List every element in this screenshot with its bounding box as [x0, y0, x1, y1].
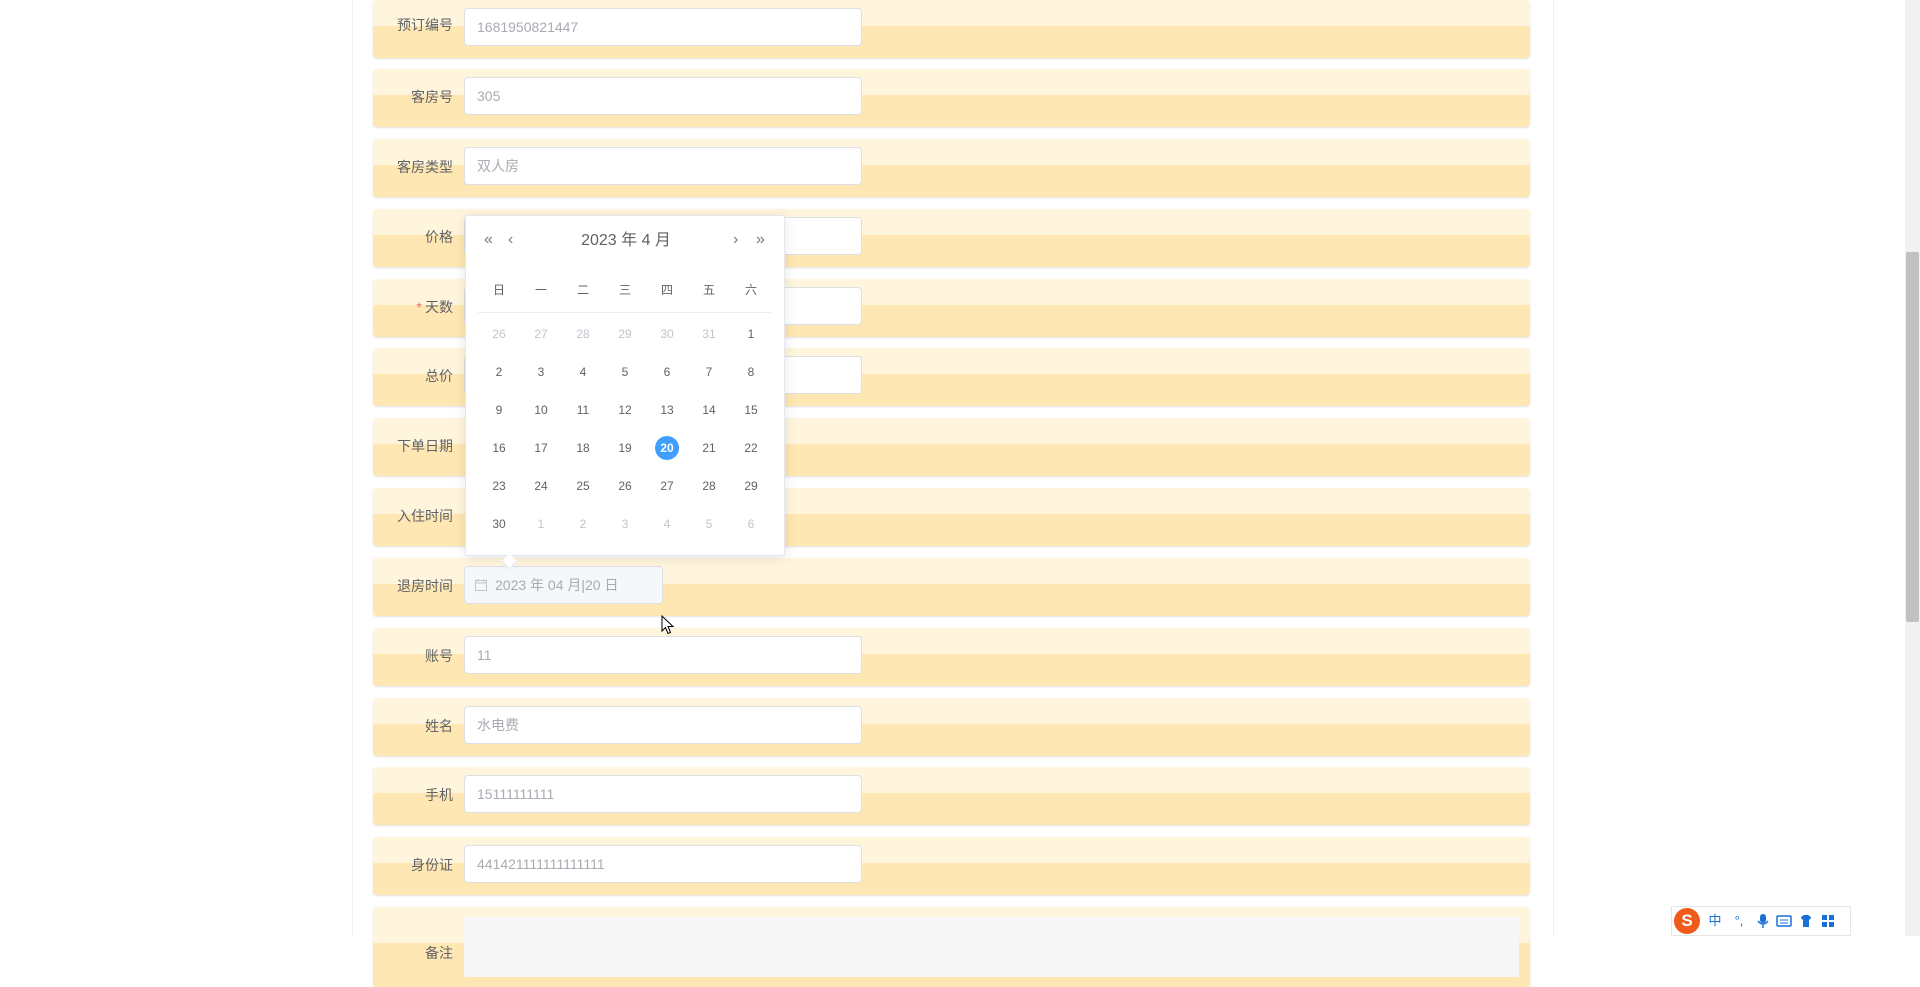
- account-input[interactable]: 11: [464, 636, 862, 674]
- weekday-header: 日一二三四五六: [478, 282, 771, 313]
- calendar-day[interactable]: 5: [613, 360, 637, 384]
- mouse-cursor-icon: [661, 615, 675, 635]
- calendar-day[interactable]: 21: [697, 436, 721, 460]
- name-label: 姓名: [425, 718, 453, 734]
- form-row-room-type: 客房类型 双人房: [373, 139, 1530, 197]
- keyboard-icon[interactable]: [1776, 911, 1792, 931]
- room-type-label: 客房类型: [397, 159, 453, 175]
- remark-textarea[interactable]: [464, 917, 1519, 977]
- room-no-label: 客房号: [411, 89, 453, 105]
- weekday-label: 二: [576, 283, 589, 297]
- calendar-day[interactable]: 28: [697, 474, 721, 498]
- calendar-day[interactable]: 7: [697, 360, 721, 384]
- calendar-day-other-month[interactable]: 26: [487, 322, 511, 346]
- calendar-day[interactable]: 15: [739, 398, 763, 422]
- calendar-day-other-month[interactable]: 6: [739, 512, 763, 536]
- calendar-day[interactable]: 11: [571, 398, 595, 422]
- room-no-input[interactable]: 305: [464, 77, 862, 115]
- calendar-day[interactable]: 2: [487, 360, 511, 384]
- form-row-booking-no: 预订编号 1681950821447: [373, 0, 1530, 58]
- weekday-label: 三: [618, 283, 631, 297]
- account-label: 账号: [425, 648, 453, 664]
- form-row-id-card: 身份证 441421111111111111: [373, 837, 1530, 895]
- calendar-day[interactable]: 23: [487, 474, 511, 498]
- days-label: * 天数: [373, 279, 453, 337]
- calendar-day[interactable]: 30: [487, 512, 511, 536]
- checkout-time-label: 退房时间: [397, 578, 453, 594]
- form-row-name: 姓名 水电费: [373, 698, 1530, 756]
- checkin-time-label: 入住时间: [397, 508, 453, 524]
- weekday-label: 日: [492, 283, 505, 297]
- ime-toolbar: S 中 °,: [1671, 906, 1851, 936]
- total-label: 总价: [425, 368, 453, 384]
- calendar-day[interactable]: 3: [529, 360, 553, 384]
- booking-no-label: 预订编号: [397, 17, 453, 33]
- calendar-day[interactable]: 27: [655, 474, 679, 498]
- calendar-day[interactable]: 26: [613, 474, 637, 498]
- form-row-account: 账号 11: [373, 628, 1530, 686]
- phone-input[interactable]: 15111111111: [464, 775, 862, 813]
- calendar-day[interactable]: 4: [571, 360, 595, 384]
- calendar-day[interactable]: 18: [571, 436, 595, 460]
- calendar-day[interactable]: 16: [487, 436, 511, 460]
- sogou-logo-icon[interactable]: S: [1674, 908, 1700, 934]
- scrollbar-thumb[interactable]: [1906, 252, 1919, 622]
- next-month-button[interactable]: ›: [733, 230, 738, 250]
- calendar-day[interactable]: 13: [655, 398, 679, 422]
- weekday-label: 四: [660, 283, 673, 297]
- calendar-day-other-month[interactable]: 3: [613, 512, 637, 536]
- toolbox-grid-icon[interactable]: [1820, 911, 1836, 931]
- ime-punctuation-toggle[interactable]: °,: [1728, 911, 1750, 931]
- calendar-day-other-month[interactable]: 2: [571, 512, 595, 536]
- calendar-day-other-month[interactable]: 4: [655, 512, 679, 536]
- calendar-day-other-month[interactable]: 5: [697, 512, 721, 536]
- days-label-text: 天数: [425, 299, 453, 315]
- calendar-day-other-month[interactable]: 30: [655, 322, 679, 346]
- calendar-day-other-month[interactable]: 27: [529, 322, 553, 346]
- calendar-day-other-month[interactable]: 29: [613, 322, 637, 346]
- calendar-day[interactable]: 12: [613, 398, 637, 422]
- name-input[interactable]: 水电费: [464, 706, 862, 744]
- calendar-day[interactable]: 14: [697, 398, 721, 422]
- checkout-date-input[interactable]: 2023 年 04 月|20 日: [464, 566, 663, 604]
- calendar-day[interactable]: 1: [739, 322, 763, 346]
- calendar-day[interactable]: 29: [739, 474, 763, 498]
- calendar-day[interactable]: 6: [655, 360, 679, 384]
- form-row-phone: 手机 15111111111: [373, 767, 1530, 825]
- calendar-day[interactable]: 25: [571, 474, 595, 498]
- id-card-input[interactable]: 441421111111111111: [464, 845, 862, 883]
- calendar-day-selected[interactable]: 20: [655, 436, 679, 460]
- calendar-day[interactable]: 9: [487, 398, 511, 422]
- calendar-day[interactable]: 24: [529, 474, 553, 498]
- phone-label: 手机: [425, 787, 453, 803]
- skin-shirt-icon[interactable]: [1798, 911, 1814, 931]
- weekday-label: 五: [702, 283, 715, 297]
- booking-no-input[interactable]: 1681950821447: [464, 8, 862, 46]
- calendar-day[interactable]: 22: [739, 436, 763, 460]
- form-row-room-no: 客房号 305: [373, 69, 1530, 127]
- microphone-icon[interactable]: [1756, 911, 1770, 931]
- form-row-checkout-time: 退房时间 2023 年 04 月|20 日: [373, 558, 1530, 616]
- calendar-day[interactable]: 17: [529, 436, 553, 460]
- date-picker-popup: « ‹ 2023 年 4 月 › » 日一二三四五六 26 27 28 29 30 31 1…: [465, 215, 785, 570]
- calendar-day[interactable]: 10: [529, 398, 553, 422]
- price-label: 价格: [425, 229, 453, 245]
- next-year-button[interactable]: »: [756, 230, 765, 250]
- room-type-input[interactable]: 双人房: [464, 147, 862, 185]
- calendar-day[interactable]: 8: [739, 360, 763, 384]
- required-mark: *: [416, 299, 422, 315]
- calendar-day-other-month[interactable]: 28: [571, 322, 595, 346]
- weekday-label: 一: [534, 283, 547, 297]
- ime-mode-toggle[interactable]: 中: [1706, 911, 1724, 931]
- remark-label: 备注: [425, 945, 453, 961]
- form-row-remark: 备注: [373, 907, 1530, 987]
- calendar-day[interactable]: 19: [613, 436, 637, 460]
- calendar-day-other-month[interactable]: 31: [697, 322, 721, 346]
- checkout-date-value: 2023 年 04 月|20 日: [495, 577, 619, 593]
- calendar-icon: [475, 579, 487, 591]
- order-date-label: 下单日期: [397, 438, 453, 454]
- weekday-label: 六: [744, 283, 757, 297]
- id-card-label: 身份证: [411, 857, 453, 873]
- calendar-day-other-month[interactable]: 1: [529, 512, 553, 536]
